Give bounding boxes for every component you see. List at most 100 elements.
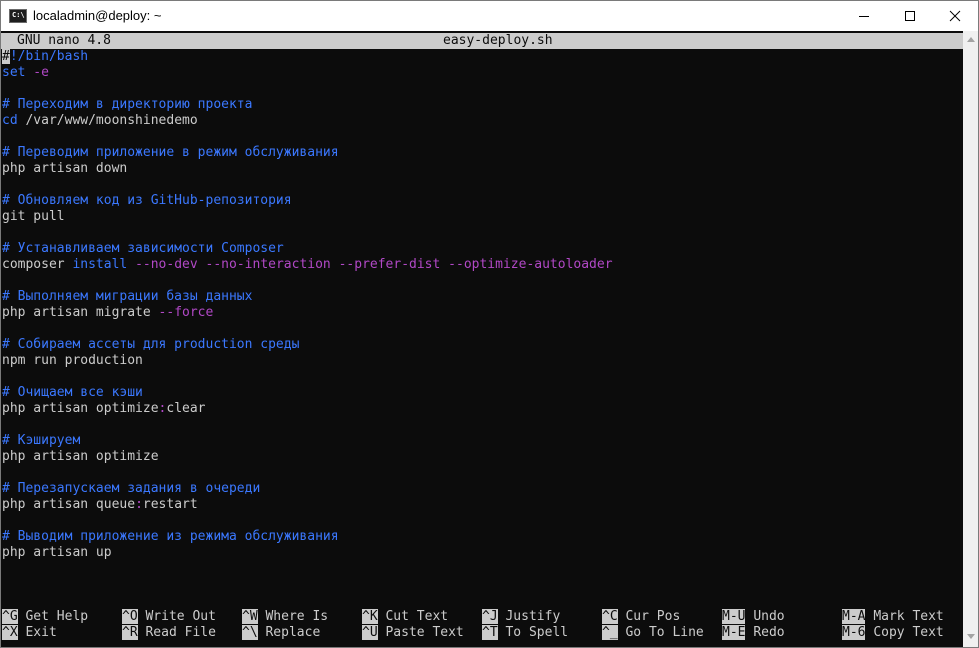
comment-line: # Переходим в директорию проекта [2, 97, 253, 112]
shortcut-bar: ^G Get Help ^O Write Out ^W Where Is ^K … [2, 609, 962, 641]
maximize-button[interactable] [887, 1, 933, 31]
comment-line: # Кэшируем [2, 433, 81, 448]
minimize-button[interactable] [841, 1, 887, 31]
code-line: php artisan down [2, 161, 128, 176]
console-icon[interactable]: C:\ [9, 9, 27, 23]
nano-title-bar: GNU nano 4.8 easy-deploy.sh [1, 33, 963, 49]
shortcut-label: To Spell [505, 625, 569, 640]
comment-line: # Очищаем все кэши [2, 385, 143, 400]
shortcut-label: Mark Text [873, 609, 944, 624]
title-bar[interactable]: C:\ localadmin@deploy: ~ [1, 1, 978, 31]
shortcut-undo[interactable]: M-U Undo [722, 609, 785, 625]
code-line: composer install --no-dev --no-interacti… [2, 257, 613, 272]
console-icon-label: C:\ [12, 11, 25, 19]
shortcut-justify[interactable]: ^J Justify [482, 609, 560, 625]
shortcut-label: Exit [25, 625, 57, 640]
shortcut-label: Justify [505, 609, 561, 624]
shortcut-key: ^T [482, 625, 498, 640]
terminal-window: C:\ localadmin@deploy: ~ GNU nano 4.8 ea… [0, 0, 979, 648]
shortcut-where-is[interactable]: ^W Where Is [242, 609, 328, 625]
shortcut-key: ^R [122, 625, 138, 640]
shortcut-key: ^W [242, 609, 258, 624]
scroll-up-arrow-icon[interactable] [967, 37, 975, 42]
shortcut-read-file[interactable]: ^R Read File [122, 625, 216, 641]
shortcut-label: Redo [753, 625, 785, 640]
code-line: php artisan migrate --force [2, 305, 214, 320]
shortcut-key: M-E [722, 625, 746, 640]
scroll-down-arrow-icon[interactable] [967, 634, 975, 639]
window-title: localadmin@deploy: ~ [33, 8, 162, 23]
shortcut-mark-text[interactable]: M-A Mark Text [842, 609, 944, 625]
shortcut-key: ^O [122, 609, 138, 624]
text-cursor: # [2, 49, 10, 64]
comment-line: # Выполняем миграции базы данных [2, 289, 253, 304]
minimize-icon [859, 16, 869, 17]
code-line: php artisan optimize:clear [2, 401, 206, 416]
shortcut-key: ^G [2, 609, 18, 624]
shortcut-go-to-line[interactable]: ^_ Go To Line [602, 625, 704, 641]
shortcut-label: Get Help [25, 609, 89, 624]
shortcut-replace[interactable]: ^\ Replace [242, 625, 320, 641]
comment-line: # Выводим приложение из режима обслужива… [2, 529, 339, 544]
code-line: cd /var/www/moonshinedemo [2, 113, 198, 128]
close-button[interactable] [932, 1, 978, 31]
shortcut-key: ^_ [602, 625, 618, 640]
terminal-area[interactable]: GNU nano 4.8 easy-deploy.sh #!/bin/bash … [1, 31, 963, 647]
code-line: php artisan optimize [2, 449, 159, 464]
shortcut-write-out[interactable]: ^O Write Out [122, 609, 216, 625]
file-name: easy-deploy.sh [443, 33, 553, 48]
code-line: git pull [2, 209, 65, 224]
shortcut-get-help[interactable]: ^G Get Help [2, 609, 88, 625]
shortcut-cur-pos[interactable]: ^C Cur Pos [602, 609, 680, 625]
shortcut-key: ^X [2, 625, 18, 640]
shortcut-key: ^J [482, 609, 498, 624]
shortcut-label: Paste Text [385, 625, 464, 640]
shortcut-paste-text[interactable]: ^U Paste Text [362, 625, 464, 641]
shortcut-label: Copy Text [873, 625, 944, 640]
code-line: npm run production [2, 353, 143, 368]
close-icon [949, 10, 961, 22]
shortcut-key: ^\ [242, 625, 258, 640]
code-line: set -e [2, 65, 49, 80]
shortcut-label: Go To Line [625, 625, 704, 640]
shortcut-key: ^U [362, 625, 378, 640]
shortcut-label: Where Is [265, 609, 329, 624]
shortcut-key: ^C [602, 609, 618, 624]
shortcut-key: ^K [362, 609, 378, 624]
nano-version: GNU nano 4.8 [17, 33, 111, 48]
shortcut-label: Replace [265, 625, 321, 640]
shortcut-redo[interactable]: M-E Redo [722, 625, 785, 641]
code-line: php artisan queue:restart [2, 497, 198, 512]
shortcut-exit[interactable]: ^X Exit [2, 625, 57, 641]
shortcut-copy-text[interactable]: M-6 Copy Text [842, 625, 944, 641]
shortcut-cut-text[interactable]: ^K Cut Text [362, 609, 448, 625]
shortcut-key: M-6 [842, 625, 866, 640]
code-line: php artisan up [2, 545, 112, 560]
shortcut-to-spell[interactable]: ^T To Spell [482, 625, 568, 641]
comment-line: # Переводим приложение в режим обслужива… [2, 145, 339, 160]
shortcut-label: Write Out [145, 609, 216, 624]
shortcut-label: Cur Pos [625, 609, 681, 624]
shortcut-label: Undo [753, 609, 785, 624]
comment-line: # Устанавливаем зависимости Composer [2, 241, 284, 256]
shortcut-label: Cut Text [385, 609, 449, 624]
vertical-scrollbar[interactable] [963, 31, 978, 647]
code-line: #!/bin/bash [2, 49, 89, 64]
maximize-icon [905, 11, 915, 21]
comment-line: # Собираем ассеты для production среды [2, 337, 300, 352]
shortcut-label: Read File [145, 625, 216, 640]
shortcut-key: M-U [722, 609, 746, 624]
comment-line: # Обновляем код из GitHub-репозитория [2, 193, 292, 208]
shortcut-key: M-A [842, 609, 866, 624]
editor-buffer[interactable]: #!/bin/bash set -e # Переходим в директо… [2, 49, 962, 561]
comment-line: # Перезапускаем задания в очереди [2, 481, 261, 496]
